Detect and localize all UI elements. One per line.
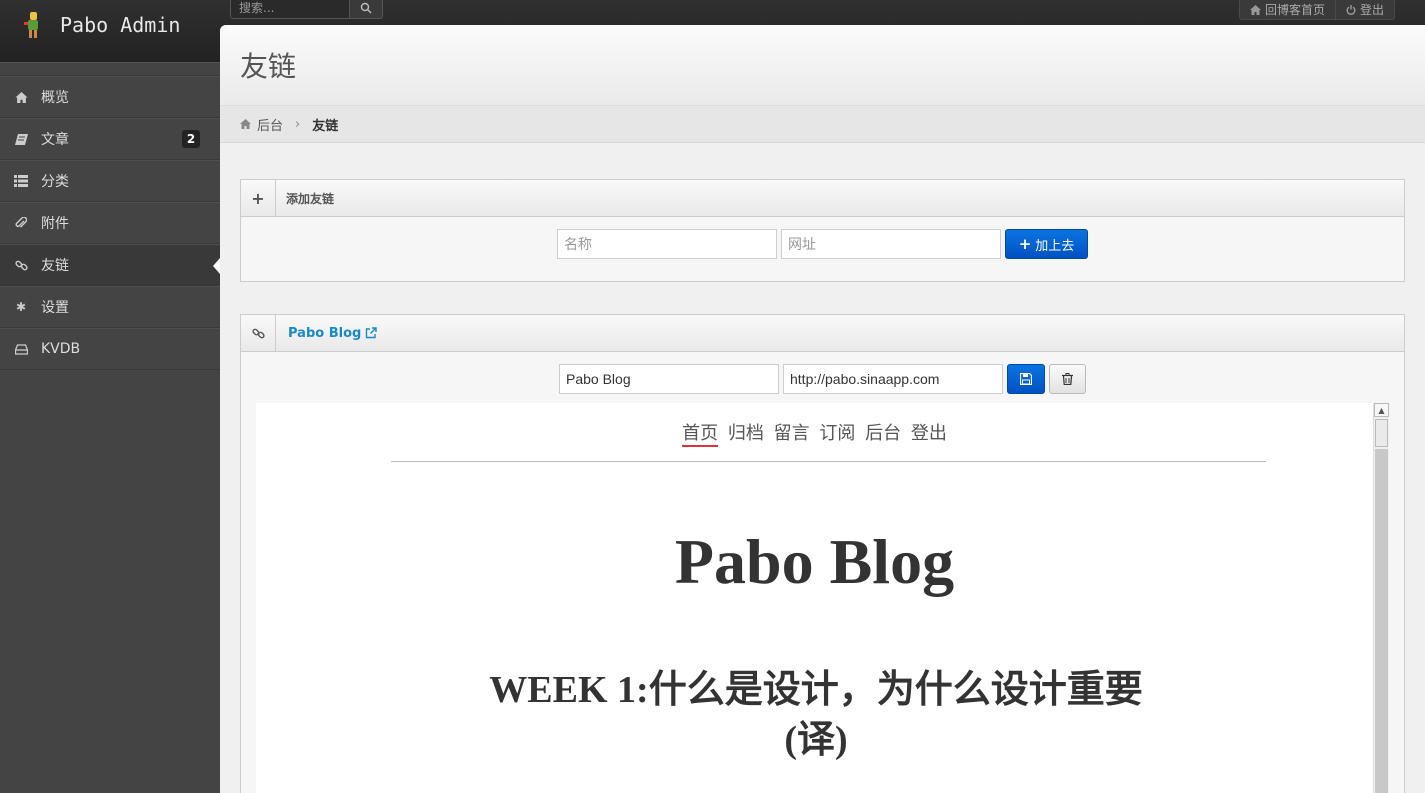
sidebar-item-label: 附件 (41, 216, 69, 232)
breadcrumb: 后台 › 友链 (220, 106, 1425, 143)
add-link-header: + 添加友链 (241, 180, 1404, 217)
sidebar-item-label: 分类 (41, 174, 69, 190)
sidebar-item-label: 设置 (41, 300, 69, 316)
link-name-field[interactable] (559, 364, 779, 394)
scrollbar-track[interactable] (1375, 449, 1388, 793)
link-item-box: Pabo Blog 首页 归档 留言 订阅 后台 登出 (240, 314, 1405, 793)
sidebar-item-categories[interactable]: 分类 (0, 160, 220, 202)
preview-nav: 首页 归档 留言 订阅 后台 登出 (256, 419, 1373, 447)
link-item-title-text: Pabo Blog (288, 325, 362, 341)
paperclip-icon (14, 216, 28, 230)
preview-divider (391, 461, 1266, 462)
search-form (230, 0, 383, 19)
breadcrumb-home[interactable]: 后台 (257, 115, 283, 134)
add-link-box: + 添加友链 + 加上去 (240, 179, 1405, 282)
add-link-button[interactable]: + 加上去 (1005, 229, 1088, 259)
chevron-right-icon: › (295, 116, 301, 132)
search-input[interactable] (230, 0, 350, 19)
external-link-icon (366, 327, 378, 339)
link-name-input[interactable] (557, 229, 777, 259)
preview-nav-home[interactable]: 首页 (682, 423, 719, 447)
scrollbar-thumb[interactable] (1375, 419, 1388, 447)
sidebar-item-label: 文章 (41, 132, 69, 148)
link-icon (14, 258, 28, 272)
book-icon (14, 132, 28, 146)
sidebar-item-posts[interactable]: 文章 2 (0, 118, 220, 160)
blog-home-label: 回博客首页 (1264, 3, 1325, 17)
brand[interactable]: Pabo Admin (20, 8, 180, 42)
scroll-up-icon[interactable]: ▲ (1374, 403, 1389, 417)
preview-nav-admin[interactable]: 后台 (865, 423, 901, 444)
site-preview-frame[interactable]: 首页 归档 留言 订阅 后台 登出 Pabo Blog WEEK 1:什么是设计… (256, 403, 1389, 793)
sidebar-item-kvdb[interactable]: KVDB (0, 328, 220, 370)
logo-icon (20, 10, 46, 40)
home-icon (1249, 4, 1261, 15)
preview-nav-guestbook[interactable]: 留言 (774, 423, 810, 444)
add-link-title: 添加友链 (286, 191, 335, 206)
search-button[interactable] (350, 0, 383, 19)
sidebar-item-label: KVDB (41, 341, 81, 357)
preview-nav-archive[interactable]: 归档 (728, 423, 764, 444)
link-icon (241, 315, 276, 351)
blog-home-link[interactable]: 回博客首页 (1238, 0, 1336, 20)
hdd-icon (14, 342, 28, 356)
sidebar-item-attachments[interactable]: 附件 (0, 202, 220, 244)
link-url-input[interactable] (781, 229, 1001, 259)
preview-site-title[interactable]: Pabo Blog (256, 525, 1373, 599)
breadcrumb-current: 友链 (312, 118, 339, 134)
link-item-title[interactable]: Pabo Blog (276, 325, 378, 341)
save-icon (1020, 373, 1032, 385)
main-content: 友链 后台 › 友链 + 添加友链 + 加上去 Pabo Blog (220, 25, 1425, 793)
brand-name: Pabo Admin (60, 13, 181, 37)
page-title: 友链 (240, 50, 297, 83)
logout-label: 登出 (1359, 3, 1384, 17)
top-links: 回博客首页 登出 (1238, 0, 1395, 20)
sidebar-item-overview[interactable]: 概览 (0, 76, 220, 118)
link-item-header: Pabo Blog (241, 315, 1404, 352)
sidebar-item-label: 概览 (41, 90, 69, 106)
search-icon (360, 2, 372, 14)
save-link-button[interactable] (1007, 364, 1045, 394)
preview-scrollbar[interactable]: ▲ (1373, 403, 1389, 793)
preview-nav-subscribe[interactable]: 订阅 (819, 423, 855, 444)
add-link-label: 加上去 (1035, 238, 1075, 254)
home-icon (14, 90, 28, 104)
home-icon (240, 119, 251, 129)
link-item-form (241, 364, 1404, 394)
plus-icon: + (1018, 235, 1032, 253)
link-url-field[interactable] (783, 364, 1003, 394)
posts-count-badge: 2 (182, 130, 200, 148)
trash-icon (1062, 373, 1073, 385)
power-icon (1346, 4, 1356, 15)
delete-link-button[interactable] (1049, 364, 1086, 394)
sidebar-item-links[interactable]: 友链 (0, 244, 220, 286)
sidebar-item-label: 友链 (41, 258, 69, 274)
preview-post-title[interactable]: WEEK 1:什么是设计，为什么设计重要(译) (486, 665, 1146, 765)
plus-icon: + (241, 180, 276, 216)
add-link-form: + 加上去 (241, 229, 1404, 259)
gear-icon: ✱ (15, 300, 27, 314)
list-icon (14, 174, 28, 188)
preview-nav-logout[interactable]: 登出 (911, 423, 947, 444)
logout-link[interactable]: 登出 (1335, 0, 1395, 20)
sidebar: 概览 文章 2 分类 附件 友链 ✱ 设置 KVDB (0, 62, 220, 793)
sidebar-item-settings[interactable]: ✱ 设置 (0, 286, 220, 328)
page-header: 友链 (220, 25, 1425, 106)
